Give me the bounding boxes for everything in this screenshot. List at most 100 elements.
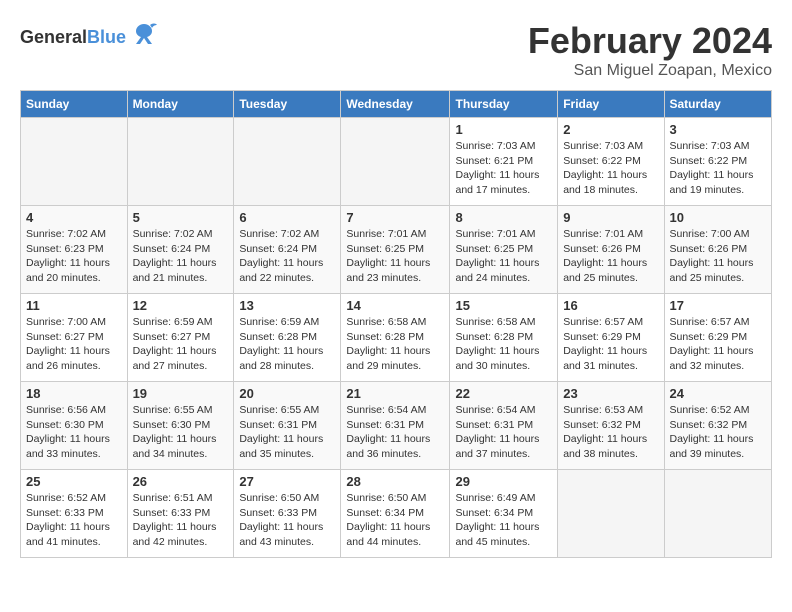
month-title: February 2024 bbox=[528, 20, 772, 62]
calendar-cell: 18 Sunrise: 6:56 AM Sunset: 6:30 PM Dayli… bbox=[21, 382, 128, 470]
calendar-cell: 1 Sunrise: 7:03 AM Sunset: 6:21 PM Daylig… bbox=[450, 118, 558, 206]
day-number: 12 bbox=[133, 298, 229, 313]
calendar-cell: 6 Sunrise: 7:02 AM Sunset: 6:24 PM Daylig… bbox=[234, 206, 341, 294]
page-header: GeneralBlue February 2024 San Miguel Zoa… bbox=[20, 20, 772, 80]
calendar-header-row: SundayMondayTuesdayWednesdayThursdayFrid… bbox=[21, 91, 772, 118]
day-header-sunday: Sunday bbox=[21, 91, 128, 118]
day-number: 14 bbox=[346, 298, 444, 313]
day-number: 10 bbox=[670, 210, 767, 225]
day-info: Sunrise: 6:54 AM Sunset: 6:31 PM Dayligh… bbox=[346, 403, 444, 462]
day-info: Sunrise: 7:00 AM Sunset: 6:26 PM Dayligh… bbox=[670, 227, 767, 286]
day-number: 22 bbox=[455, 386, 552, 401]
day-info: Sunrise: 6:51 AM Sunset: 6:33 PM Dayligh… bbox=[133, 491, 229, 550]
day-info: Sunrise: 6:50 AM Sunset: 6:34 PM Dayligh… bbox=[346, 491, 444, 550]
day-header-tuesday: Tuesday bbox=[234, 91, 341, 118]
calendar-cell bbox=[664, 470, 772, 558]
day-number: 24 bbox=[670, 386, 767, 401]
week-row-2: 4 Sunrise: 7:02 AM Sunset: 6:23 PM Daylig… bbox=[21, 206, 772, 294]
day-number: 21 bbox=[346, 386, 444, 401]
day-header-friday: Friday bbox=[558, 91, 664, 118]
day-info: Sunrise: 6:55 AM Sunset: 6:30 PM Dayligh… bbox=[133, 403, 229, 462]
day-info: Sunrise: 6:52 AM Sunset: 6:32 PM Dayligh… bbox=[670, 403, 767, 462]
day-number: 18 bbox=[26, 386, 122, 401]
day-number: 3 bbox=[670, 122, 767, 137]
calendar-cell: 3 Sunrise: 7:03 AM Sunset: 6:22 PM Daylig… bbox=[664, 118, 772, 206]
calendar-cell: 28 Sunrise: 6:50 AM Sunset: 6:34 PM Dayli… bbox=[341, 470, 450, 558]
location-title: San Miguel Zoapan, Mexico bbox=[528, 62, 772, 80]
bird-icon bbox=[130, 20, 158, 54]
calendar-cell: 17 Sunrise: 6:57 AM Sunset: 6:29 PM Dayli… bbox=[664, 294, 772, 382]
day-info: Sunrise: 7:01 AM Sunset: 6:26 PM Dayligh… bbox=[563, 227, 658, 286]
day-number: 29 bbox=[455, 474, 552, 489]
day-info: Sunrise: 6:59 AM Sunset: 6:27 PM Dayligh… bbox=[133, 315, 229, 374]
day-info: Sunrise: 7:02 AM Sunset: 6:24 PM Dayligh… bbox=[239, 227, 335, 286]
day-info: Sunrise: 7:03 AM Sunset: 6:22 PM Dayligh… bbox=[670, 139, 767, 198]
day-number: 28 bbox=[346, 474, 444, 489]
day-number: 8 bbox=[455, 210, 552, 225]
day-info: Sunrise: 6:59 AM Sunset: 6:28 PM Dayligh… bbox=[239, 315, 335, 374]
calendar-cell: 14Sunrise: 6:58 AM Sunset: 6:28 PM Dayli… bbox=[341, 294, 450, 382]
calendar-cell: 7Sunrise: 7:01 AM Sunset: 6:25 PM Daylig… bbox=[341, 206, 450, 294]
day-info: Sunrise: 6:53 AM Sunset: 6:32 PM Dayligh… bbox=[563, 403, 658, 462]
day-info: Sunrise: 6:58 AM Sunset: 6:28 PM Dayligh… bbox=[455, 315, 552, 374]
day-number: 17 bbox=[670, 298, 767, 313]
day-info: Sunrise: 7:01 AM Sunset: 6:25 PM Dayligh… bbox=[346, 227, 444, 286]
calendar-cell: 5Sunrise: 7:02 AM Sunset: 6:24 PM Daylig… bbox=[127, 206, 234, 294]
calendar-cell bbox=[341, 118, 450, 206]
calendar-cell: 24 Sunrise: 6:52 AM Sunset: 6:32 PM Dayli… bbox=[664, 382, 772, 470]
calendar-body: 1 Sunrise: 7:03 AM Sunset: 6:21 PM Daylig… bbox=[21, 118, 772, 558]
calendar-cell: 2 Sunrise: 7:03 AM Sunset: 6:22 PM Daylig… bbox=[558, 118, 664, 206]
calendar-cell: 12 Sunrise: 6:59 AM Sunset: 6:27 PM Dayli… bbox=[127, 294, 234, 382]
week-row-4: 18 Sunrise: 6:56 AM Sunset: 6:30 PM Dayli… bbox=[21, 382, 772, 470]
day-number: 11 bbox=[26, 298, 122, 313]
day-info: Sunrise: 7:02 AM Sunset: 6:23 PM Dayligh… bbox=[26, 227, 122, 286]
day-number: 25 bbox=[26, 474, 122, 489]
day-number: 6 bbox=[239, 210, 335, 225]
calendar-cell: 4 Sunrise: 7:02 AM Sunset: 6:23 PM Daylig… bbox=[21, 206, 128, 294]
week-row-1: 1 Sunrise: 7:03 AM Sunset: 6:21 PM Daylig… bbox=[21, 118, 772, 206]
day-info: Sunrise: 7:01 AM Sunset: 6:25 PM Dayligh… bbox=[455, 227, 552, 286]
day-info: Sunrise: 6:52 AM Sunset: 6:33 PM Dayligh… bbox=[26, 491, 122, 550]
calendar-cell: 20Sunrise: 6:55 AM Sunset: 6:31 PM Dayli… bbox=[234, 382, 341, 470]
week-row-5: 25 Sunrise: 6:52 AM Sunset: 6:33 PM Dayli… bbox=[21, 470, 772, 558]
logo-blue: Blue bbox=[87, 27, 126, 47]
day-info: Sunrise: 6:56 AM Sunset: 6:30 PM Dayligh… bbox=[26, 403, 122, 462]
day-number: 5 bbox=[133, 210, 229, 225]
day-info: Sunrise: 7:00 AM Sunset: 6:27 PM Dayligh… bbox=[26, 315, 122, 374]
day-info: Sunrise: 6:57 AM Sunset: 6:29 PM Dayligh… bbox=[670, 315, 767, 374]
day-info: Sunrise: 6:50 AM Sunset: 6:33 PM Dayligh… bbox=[239, 491, 335, 550]
calendar-cell: 13 Sunrise: 6:59 AM Sunset: 6:28 PM Dayli… bbox=[234, 294, 341, 382]
logo: GeneralBlue bbox=[20, 20, 158, 54]
calendar-cell bbox=[21, 118, 128, 206]
calendar-cell: 25 Sunrise: 6:52 AM Sunset: 6:33 PM Dayli… bbox=[21, 470, 128, 558]
day-info: Sunrise: 6:49 AM Sunset: 6:34 PM Dayligh… bbox=[455, 491, 552, 550]
day-header-monday: Monday bbox=[127, 91, 234, 118]
calendar-cell bbox=[127, 118, 234, 206]
logo-general: General bbox=[20, 27, 87, 47]
calendar-cell: 29 Sunrise: 6:49 AM Sunset: 6:34 PM Dayli… bbox=[450, 470, 558, 558]
calendar-cell: 16 Sunrise: 6:57 AM Sunset: 6:29 PM Dayli… bbox=[558, 294, 664, 382]
day-number: 2 bbox=[563, 122, 658, 137]
day-header-thursday: Thursday bbox=[450, 91, 558, 118]
day-number: 16 bbox=[563, 298, 658, 313]
day-number: 4 bbox=[26, 210, 122, 225]
day-info: Sunrise: 7:03 AM Sunset: 6:21 PM Dayligh… bbox=[455, 139, 552, 198]
day-header-saturday: Saturday bbox=[664, 91, 772, 118]
calendar-cell: 19 Sunrise: 6:55 AM Sunset: 6:30 PM Dayli… bbox=[127, 382, 234, 470]
calendar-cell: 9 Sunrise: 7:01 AM Sunset: 6:26 PM Daylig… bbox=[558, 206, 664, 294]
day-number: 19 bbox=[133, 386, 229, 401]
title-area: February 2024 San Miguel Zoapan, Mexico bbox=[528, 20, 772, 80]
calendar-cell: 8 Sunrise: 7:01 AM Sunset: 6:25 PM Daylig… bbox=[450, 206, 558, 294]
day-number: 1 bbox=[455, 122, 552, 137]
calendar-cell: 21 Sunrise: 6:54 AM Sunset: 6:31 PM Dayli… bbox=[341, 382, 450, 470]
day-info: Sunrise: 7:03 AM Sunset: 6:22 PM Dayligh… bbox=[563, 139, 658, 198]
calendar-cell: 15Sunrise: 6:58 AM Sunset: 6:28 PM Dayli… bbox=[450, 294, 558, 382]
day-number: 13 bbox=[239, 298, 335, 313]
calendar-table: SundayMondayTuesdayWednesdayThursdayFrid… bbox=[20, 90, 772, 558]
day-number: 9 bbox=[563, 210, 658, 225]
day-info: Sunrise: 6:57 AM Sunset: 6:29 PM Dayligh… bbox=[563, 315, 658, 374]
day-number: 20 bbox=[239, 386, 335, 401]
calendar-cell: 10 Sunrise: 7:00 AM Sunset: 6:26 PM Dayli… bbox=[664, 206, 772, 294]
day-number: 27 bbox=[239, 474, 335, 489]
day-header-wednesday: Wednesday bbox=[341, 91, 450, 118]
